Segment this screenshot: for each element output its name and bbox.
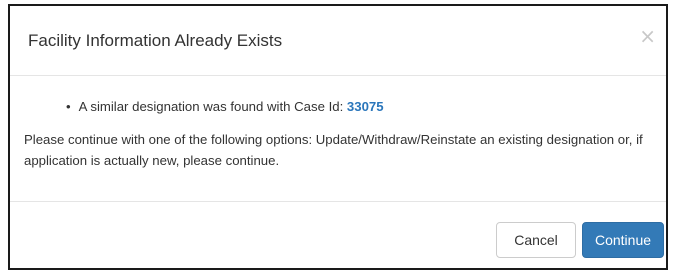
similar-designation-item: • A similar designation was found with Ca…: [66, 99, 384, 114]
bullet-text: A similar designation was found with Cas…: [78, 99, 347, 114]
dialog-title: Facility Information Already Exists: [28, 31, 283, 50]
cancel-button[interactable]: Cancel: [496, 222, 576, 258]
dialog-header: Facility Information Already Exists ×: [10, 6, 666, 76]
close-icon[interactable]: ×: [639, 26, 656, 46]
facility-exists-dialog: Facility Information Already Exists × • A…: [8, 4, 668, 270]
dialog-message: Please continue with one of the followin…: [24, 132, 643, 168]
dialog-body: • A similar designation was found with Ca…: [10, 76, 666, 202]
case-id-value: 33075: [346, 99, 384, 114]
continue-button[interactable]: Continue: [582, 222, 664, 258]
bullet-icon: •: [66, 99, 71, 114]
